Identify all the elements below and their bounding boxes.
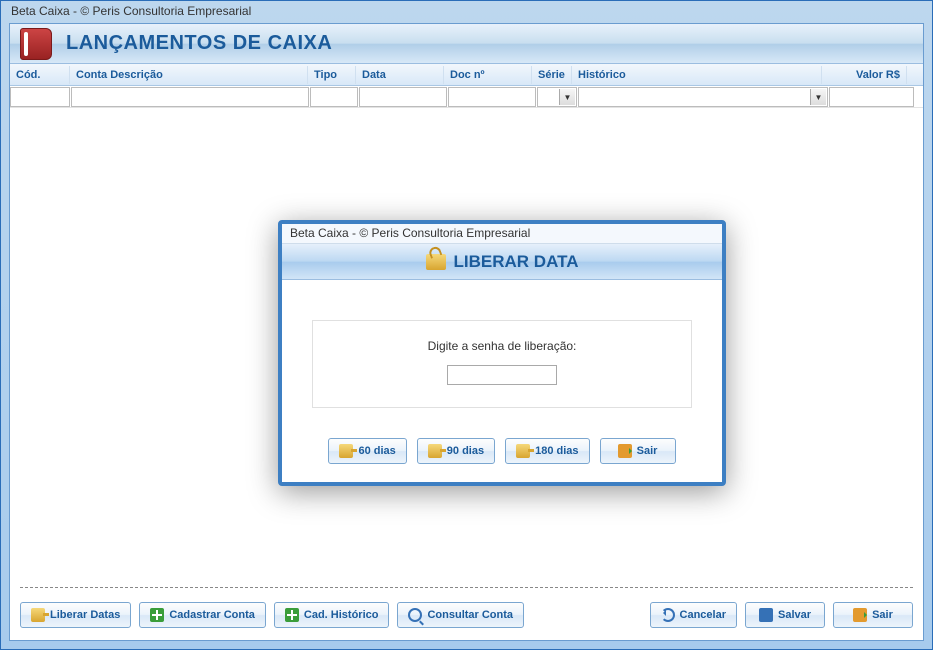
unlock-90-button[interactable]: 90 dias	[417, 438, 495, 464]
search-icon	[408, 608, 422, 622]
col-header-hist: Histórico	[572, 66, 822, 84]
grid-header: Cód. Conta Descrição Tipo Data Doc nº Sé…	[10, 64, 923, 86]
cell-doc[interactable]	[448, 87, 536, 107]
unlock-60-button[interactable]: 60 dias	[328, 438, 406, 464]
cell-serie[interactable]: ▼	[537, 87, 577, 107]
save-icon	[759, 608, 773, 622]
plus-icon	[285, 608, 299, 622]
cell-valor[interactable]	[829, 87, 914, 107]
key-icon	[428, 444, 442, 458]
dialog-sair-button[interactable]: Sair	[600, 438, 676, 464]
key-icon	[339, 444, 353, 458]
unlock-icon	[426, 254, 446, 270]
separator	[20, 587, 913, 588]
key-icon	[31, 608, 45, 622]
grid-row: ▼ ▼	[10, 86, 923, 108]
col-header-serie: Série	[532, 66, 572, 84]
col-header-cod: Cód.	[10, 66, 70, 84]
liberar-data-dialog: Beta Caixa - © Peris Consultoria Empresa…	[278, 220, 726, 486]
dialog-title: Beta Caixa - © Peris Consultoria Empresa…	[290, 226, 530, 240]
dialog-body: Digite a senha de liberação:	[282, 280, 722, 418]
dialog-titlebar: Beta Caixa - © Peris Consultoria Empresa…	[282, 224, 722, 244]
undo-icon	[661, 608, 675, 622]
col-header-valor: Valor R$	[822, 66, 907, 84]
exit-icon	[853, 608, 867, 622]
window-titlebar: Beta Caixa - © Peris Consultoria Empresa…	[1, 1, 932, 23]
cell-tipo[interactable]	[310, 87, 358, 107]
password-label: Digite a senha de liberação:	[323, 339, 681, 353]
cad-historico-button[interactable]: Cad. Histórico	[274, 602, 390, 628]
key-icon	[516, 444, 530, 458]
cell-cod[interactable]	[10, 87, 70, 107]
page-title: LANÇAMENTOS DE CAIXA	[66, 32, 332, 55]
plus-icon	[150, 608, 164, 622]
cancelar-button[interactable]: Cancelar	[650, 602, 737, 628]
col-header-data: Data	[356, 66, 444, 84]
unlock-180-button[interactable]: 180 dias	[505, 438, 589, 464]
password-panel: Digite a senha de liberação:	[312, 320, 692, 408]
dialog-header: LIBERAR DATA	[282, 244, 722, 280]
main-window: Beta Caixa - © Peris Consultoria Empresa…	[0, 0, 933, 650]
dialog-heading: LIBERAR DATA	[454, 252, 579, 272]
sair-button[interactable]: Sair	[833, 602, 913, 628]
cell-desc[interactable]	[71, 87, 309, 107]
col-header-desc: Conta Descrição	[70, 66, 308, 84]
content-area: LANÇAMENTOS DE CAIXA Cód. Conta Descriçã…	[9, 23, 924, 641]
consultar-conta-button[interactable]: Consultar Conta	[397, 602, 524, 628]
page-header: LANÇAMENTOS DE CAIXA	[10, 24, 923, 64]
exit-icon	[618, 444, 632, 458]
chevron-down-icon[interactable]: ▼	[810, 89, 826, 105]
col-header-doc: Doc nº	[444, 66, 532, 84]
cell-data[interactable]	[359, 87, 447, 107]
window-title: Beta Caixa - © Peris Consultoria Empresa…	[11, 4, 251, 18]
chevron-down-icon[interactable]: ▼	[559, 89, 575, 105]
button-bar: Liberar Datas Cadastrar Conta Cad. Histó…	[20, 602, 913, 628]
liberar-datas-button[interactable]: Liberar Datas	[20, 602, 131, 628]
ledger-icon	[20, 28, 52, 60]
cadastrar-conta-button[interactable]: Cadastrar Conta	[139, 602, 266, 628]
col-header-tipo: Tipo	[308, 66, 356, 84]
password-input[interactable]	[447, 365, 557, 385]
dialog-button-bar: 60 dias 90 dias 180 dias Sair	[282, 438, 722, 464]
salvar-button[interactable]: Salvar	[745, 602, 825, 628]
cell-hist[interactable]: ▼	[578, 87, 828, 107]
